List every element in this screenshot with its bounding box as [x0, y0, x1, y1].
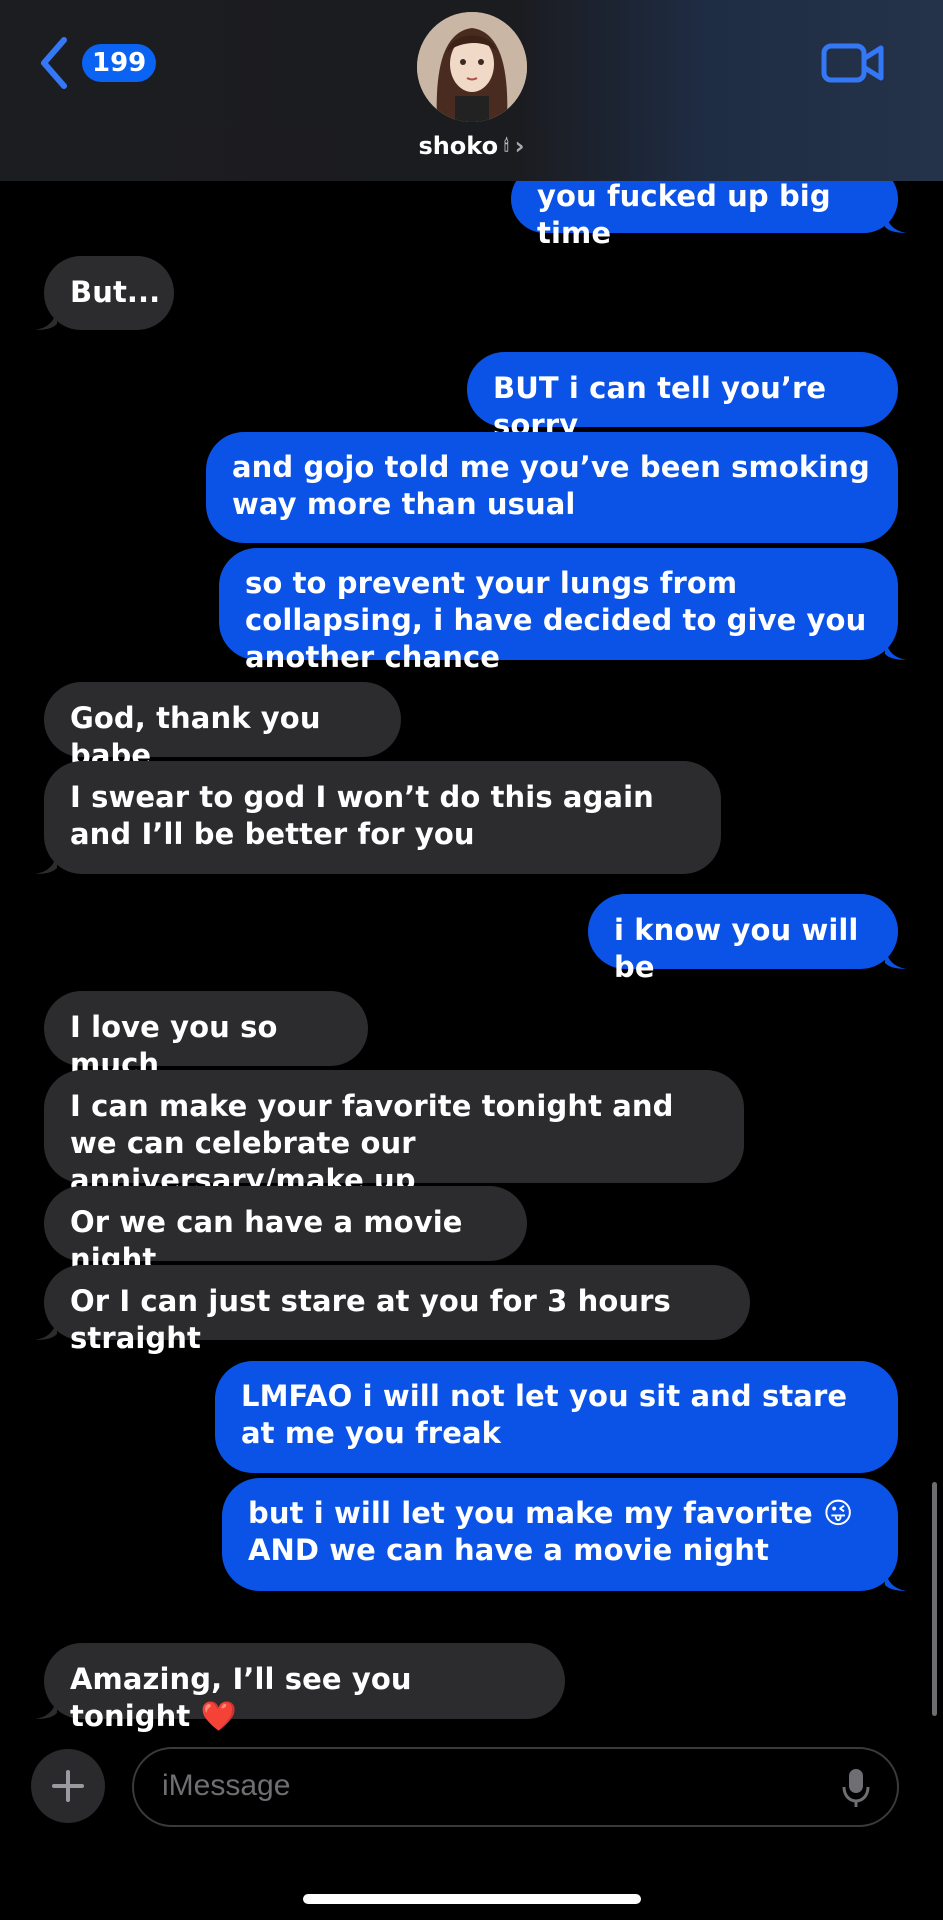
message-bubble-sent[interactable]: and gojo told me you’ve been smoking way… [206, 432, 898, 543]
plus-icon [52, 1770, 84, 1802]
message-bubble-sent[interactable]: so to prevent your lungs from collapsing… [219, 548, 907, 674]
video-call-icon[interactable] [821, 42, 885, 84]
message-bubble-received[interactable]: I love you so much [44, 991, 368, 1081]
message-bubble-sent[interactable]: i know you will be [588, 894, 907, 984]
home-indicator[interactable] [303, 1894, 641, 1904]
message-bubble-sent[interactable]: BUT i can tell you’re sorry [467, 352, 898, 442]
message-bubble-received[interactable]: Or I can just stare at you for 3 hours s… [35, 1265, 750, 1355]
chevron-right-icon: › [514, 132, 525, 160]
message-input[interactable]: iMessage [132, 1747, 899, 1827]
message-input-placeholder: iMessage [162, 1769, 291, 1802]
microphone-icon[interactable] [841, 1767, 871, 1809]
add-attachment-button[interactable] [31, 1749, 105, 1823]
unread-count-badge[interactable]: 199 [82, 44, 157, 82]
message-bubble-received[interactable]: But... [35, 256, 174, 330]
contact-avatar[interactable] [417, 12, 527, 122]
message-bubble-received[interactable]: Or we can have a movie night [44, 1186, 527, 1276]
message-bubble-sent[interactable]: but i will let you make my favorite 😜 AN… [222, 1478, 907, 1591]
conversation-header: 199 shoko 🕯 › [0, 0, 943, 181]
contact-name: shoko [418, 132, 499, 160]
back-chevron-icon[interactable] [36, 36, 70, 90]
message-bubble-received[interactable]: I can make your favorite tonight and we … [44, 1070, 744, 1197]
message-bubble-received[interactable]: I swear to god I won’t do this again and… [35, 761, 721, 874]
contact-name-button[interactable]: shoko 🕯 › [0, 132, 943, 160]
message-bubble-received[interactable]: God, thank you babe [44, 682, 401, 772]
contact-emoji: 🕯 [504, 136, 509, 155]
message-bubble-sent[interactable]: LMFAO i will not let you sit and stare a… [215, 1361, 898, 1473]
message-bubble-received[interactable]: Amazing, I’ll see you tonight ❤️ [35, 1643, 565, 1733]
scrollbar[interactable] [932, 1482, 937, 1716]
